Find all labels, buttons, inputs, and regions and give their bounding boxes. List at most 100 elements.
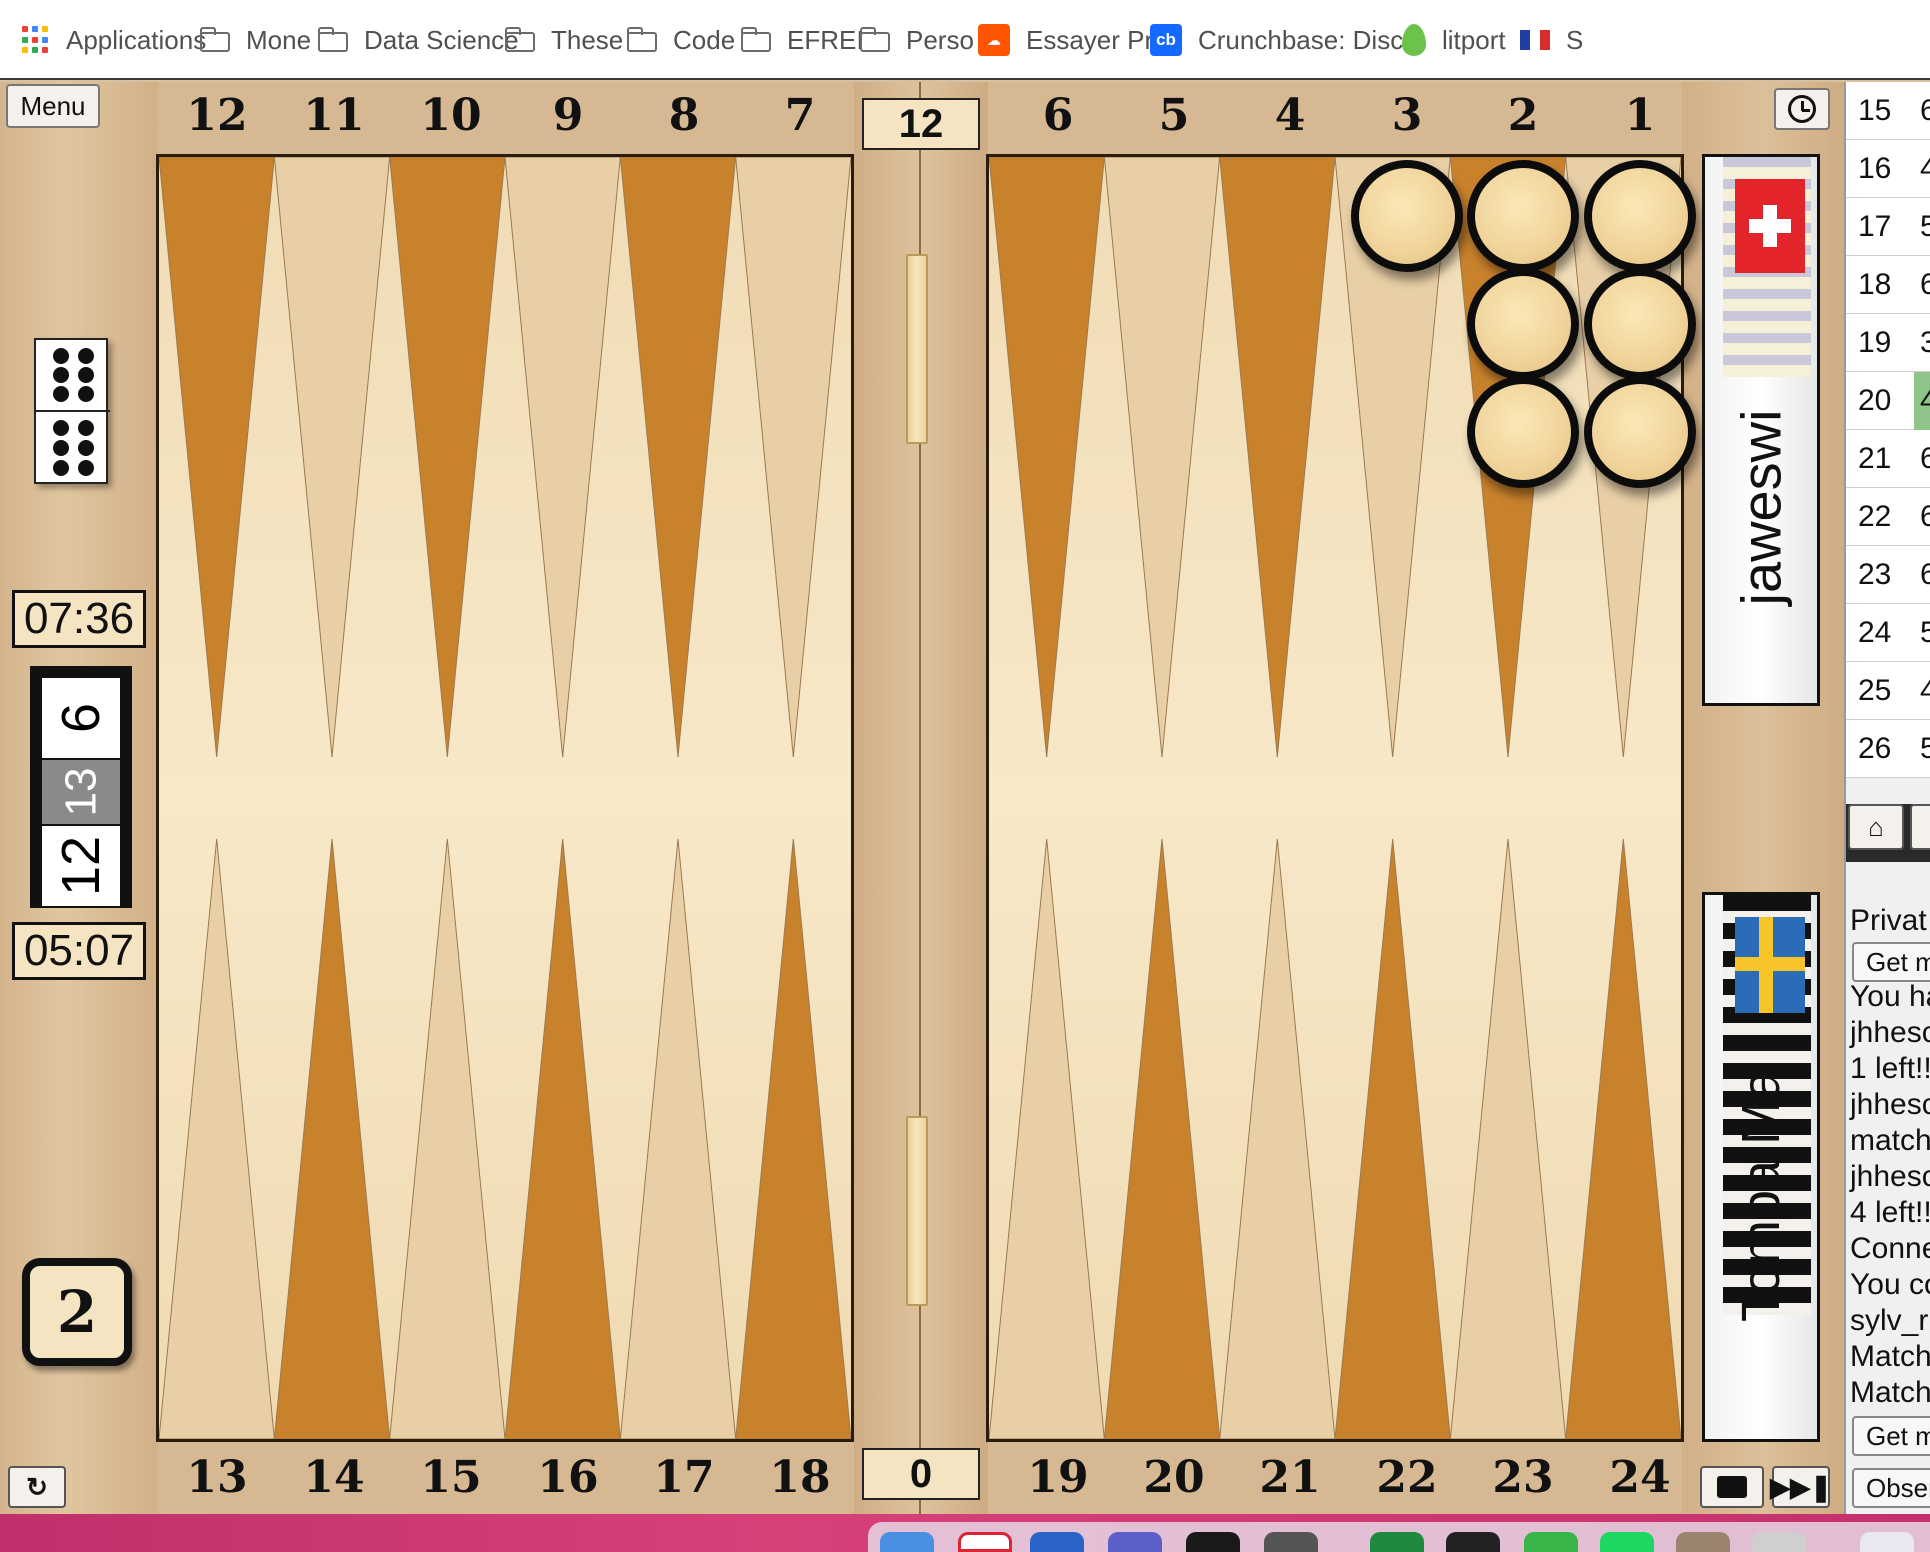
chat-message: Match	[1850, 1340, 1930, 1373]
board-right-half[interactable]	[986, 154, 1684, 1442]
board-point-top[interactable]	[1219, 157, 1336, 758]
mail-icon[interactable]	[1030, 1532, 1084, 1552]
board-point-bottom[interactable]	[159, 838, 275, 1439]
swedish-flag-icon	[1735, 917, 1805, 1013]
skip-forward-icon: ▶▶❚	[1770, 1471, 1832, 1502]
board-point-bottom[interactable]	[619, 838, 737, 1439]
chrome-icon[interactable]	[958, 1532, 1012, 1552]
round-value: 5	[1914, 198, 1930, 256]
app-icon[interactable]	[1264, 1532, 1318, 1552]
player-card-bottom: Tompa Ma	[1702, 892, 1820, 1442]
checker-point-1[interactable]	[1584, 160, 1696, 272]
checker-point-2[interactable]	[1467, 268, 1579, 380]
get-messages-button-top[interactable]: Get m	[1852, 942, 1930, 982]
observe-button[interactable]: Obser	[1852, 1468, 1930, 1508]
board-point-top[interactable]	[504, 157, 621, 758]
round-row[interactable]: 25 4	[1846, 662, 1930, 720]
board-left-points[interactable]	[159, 157, 851, 1439]
board-point-bottom[interactable]	[1565, 838, 1681, 1439]
bookmark-folder-mone[interactable]: Mone	[200, 0, 311, 80]
board-point-top[interactable]	[989, 157, 1105, 758]
die-face-six	[36, 412, 110, 484]
preview-icon[interactable]	[1676, 1532, 1730, 1552]
bookmark-folder-these[interactable]: These	[505, 0, 623, 80]
bookmark-essayer-pro[interactable]: ☁ Essayer Pro	[978, 0, 1168, 80]
app-icon[interactable]	[1752, 1532, 1806, 1552]
board-right-points[interactable]	[989, 157, 1681, 1439]
round-row[interactable]: 19 3	[1846, 314, 1930, 372]
point-number-bottom: 24	[1609, 1452, 1671, 1503]
round-row[interactable]: 21 6	[1846, 430, 1930, 488]
checker-point-1[interactable]	[1584, 376, 1696, 488]
app-icon[interactable]	[1524, 1532, 1578, 1552]
documents-icon[interactable]	[1860, 1532, 1914, 1552]
doubling-cube[interactable]: 2	[22, 1258, 132, 1366]
round-row[interactable]: 23 6	[1846, 546, 1930, 604]
board-point-top[interactable]	[619, 157, 737, 758]
bookmark-folder-data-science[interactable]: Data Science	[318, 0, 519, 80]
board-point-bottom[interactable]	[735, 838, 851, 1439]
round-row[interactable]: 18 6	[1846, 256, 1930, 314]
teams-icon[interactable]	[1108, 1532, 1162, 1552]
menu-button[interactable]: Menu	[6, 84, 100, 128]
finder-icon[interactable]	[880, 1532, 934, 1552]
checker-point-2[interactable]	[1467, 376, 1579, 488]
board-point-bottom[interactable]	[989, 838, 1105, 1439]
refresh-button[interactable]: ↻	[8, 1466, 66, 1508]
excel-icon[interactable]	[1370, 1532, 1424, 1552]
board-point-bottom[interactable]	[1103, 838, 1221, 1439]
checker-point-2[interactable]	[1467, 160, 1579, 272]
board-point-top[interactable]	[273, 157, 391, 758]
bookmark-applications[interactable]: Applications	[22, 0, 206, 80]
board-point-bottom[interactable]	[1334, 838, 1451, 1439]
terminal-icon[interactable]	[1186, 1532, 1240, 1552]
round-number: 19	[1858, 326, 1892, 359]
chat-message: Conne	[1850, 1232, 1930, 1265]
board-point-bottom[interactable]	[1219, 838, 1336, 1439]
home-icon: ⌂	[1868, 811, 1884, 842]
board-point-bottom[interactable]	[273, 838, 391, 1439]
checker-point-3[interactable]	[1351, 160, 1463, 272]
terminal-icon[interactable]	[1446, 1532, 1500, 1552]
skip-forward-button[interactable]: ▶▶❚	[1770, 1466, 1832, 1508]
private-chat-label: Privat	[1850, 904, 1927, 937]
round-row[interactable]: 26 5	[1846, 720, 1930, 778]
round-row[interactable]: 16 4	[1846, 140, 1930, 198]
round-number: 15	[1858, 94, 1892, 127]
bookmark-s[interactable]: S	[1520, 0, 1583, 80]
bookmark-crunchbase[interactable]: cb Crunchbase: Disc...	[1150, 0, 1425, 80]
board-point-top[interactable]	[1103, 157, 1221, 758]
bookmark-folder-code[interactable]: Code	[627, 0, 735, 80]
board-point-top[interactable]	[159, 157, 275, 758]
point-number-top: 11	[303, 90, 365, 141]
bookmark-folder-perso[interactable]: Perso	[860, 0, 974, 80]
round-row[interactable]: 17 5	[1846, 198, 1930, 256]
bookmark-folder-efrei[interactable]: EFREI	[741, 0, 864, 80]
panel-second-button[interactable]	[1910, 804, 1930, 850]
clock-button[interactable]	[1774, 88, 1830, 130]
dice[interactable]	[34, 338, 110, 484]
board-left-half[interactable]	[156, 154, 854, 1442]
player-card-top: jaweswi	[1702, 154, 1820, 706]
round-row[interactable]: 15 6	[1846, 82, 1930, 140]
board-point-top[interactable]	[389, 157, 506, 758]
video-button[interactable]	[1700, 1466, 1764, 1508]
board-point-bottom[interactable]	[504, 838, 621, 1439]
bookmark-label: litport	[1442, 24, 1506, 55]
refresh-icon: ↻	[26, 1471, 48, 1502]
round-value: 5	[1914, 604, 1930, 662]
board-point-bottom[interactable]	[389, 838, 506, 1439]
board-point-top[interactable]	[735, 157, 851, 758]
get-messages-button-bottom[interactable]: Get m	[1852, 1416, 1930, 1456]
bookmark-label: Perso	[906, 24, 974, 55]
bookmark-litport[interactable]: litport	[1402, 0, 1506, 80]
chat-message: jhhesc	[1850, 1088, 1930, 1121]
round-row[interactable]: 20 4	[1846, 372, 1930, 430]
spotify-icon[interactable]	[1600, 1532, 1654, 1552]
match-score: 6 13 12	[30, 666, 132, 908]
home-button[interactable]: ⌂	[1848, 804, 1904, 850]
checker-point-1[interactable]	[1584, 268, 1696, 380]
round-row[interactable]: 24 5	[1846, 604, 1930, 662]
round-row[interactable]: 22 6	[1846, 488, 1930, 546]
board-point-bottom[interactable]	[1449, 838, 1567, 1439]
